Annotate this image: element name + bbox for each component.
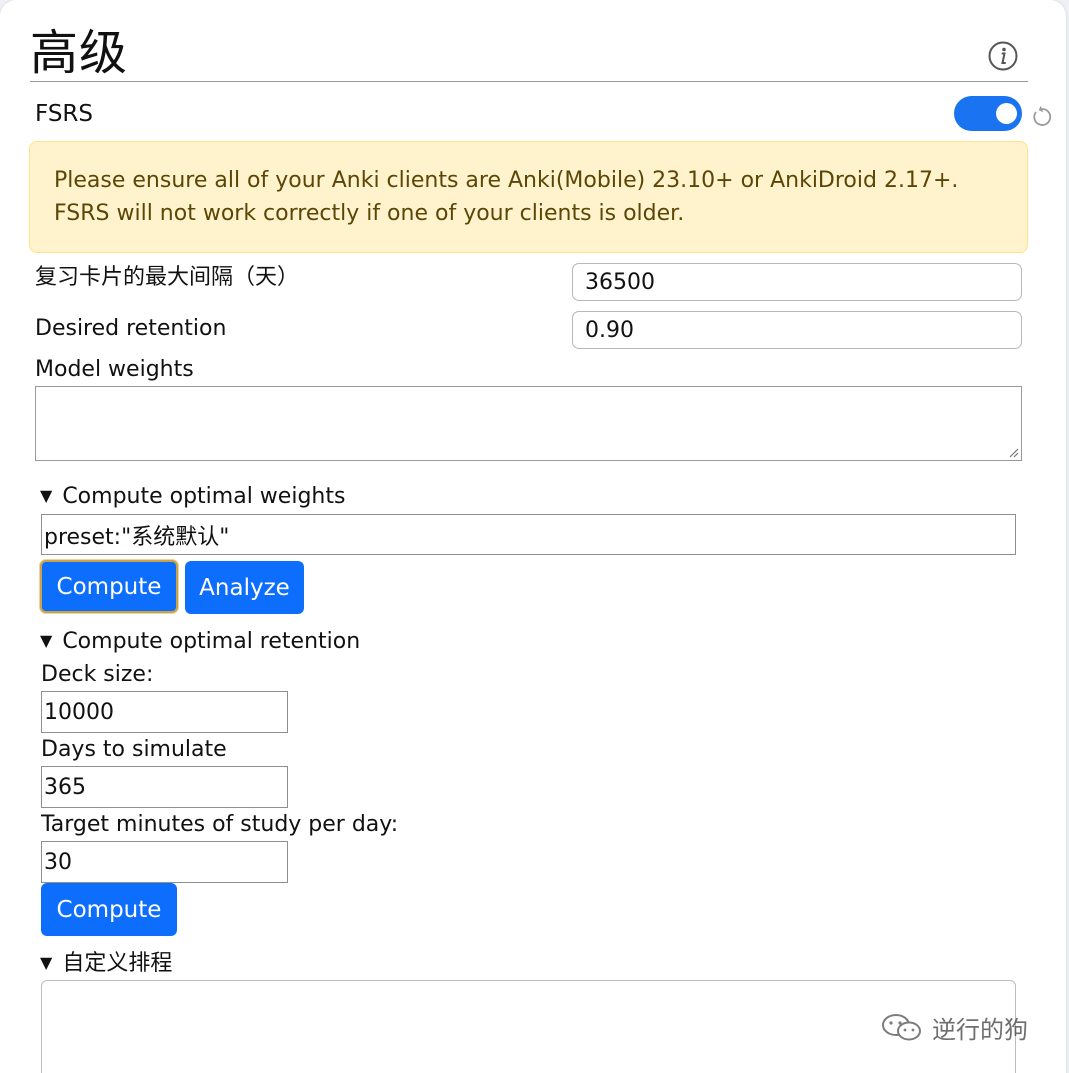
- fsrs-label: FSRS: [35, 101, 94, 127]
- optimal-weights-summary[interactable]: ▼ Compute optimal weights: [40, 483, 345, 512]
- disclosure-triangle-icon: ▼: [40, 953, 53, 972]
- info-icon[interactable]: [988, 41, 1018, 71]
- analyze-button[interactable]: Analyze: [185, 561, 304, 614]
- deck-size-input[interactable]: [41, 691, 288, 733]
- warning-text: Please ensure all of your Anki clients a…: [54, 168, 959, 226]
- optimal-retention-summary-label: Compute optimal retention: [62, 629, 361, 654]
- max-interval-label: 复习卡片的最大间隔（天）: [35, 265, 300, 290]
- target-minutes-input[interactable]: [41, 841, 288, 883]
- disclosure-triangle-icon: ▼: [40, 486, 53, 505]
- desired-retention-label: Desired retention: [35, 316, 227, 341]
- revert-icon[interactable]: [1029, 104, 1055, 130]
- optimal-retention-summary[interactable]: ▼ Compute optimal retention: [40, 628, 360, 657]
- disclosure-triangle-icon: ▼: [40, 631, 53, 650]
- model-weights-label: Model weights: [35, 357, 194, 382]
- weights-search-input[interactable]: [41, 514, 1016, 555]
- custom-scheduling-summary-label: 自定义排程: [62, 951, 173, 976]
- desired-retention-input[interactable]: [572, 311, 1022, 349]
- max-interval-input[interactable]: [572, 263, 1022, 301]
- model-weights-textarea[interactable]: [35, 386, 1022, 461]
- compute-weights-button[interactable]: Compute: [40, 560, 178, 613]
- watermark: 逆行的狗: [880, 1010, 1028, 1044]
- advanced-settings-card: 高级 FSRS Please ensure all of your Anki c…: [0, 0, 1066, 1073]
- resize-grip-icon[interactable]: [1007, 446, 1019, 458]
- fsrs-warning-alert: Please ensure all of your Anki clients a…: [29, 141, 1028, 253]
- watermark-text: 逆行的狗: [932, 1015, 1028, 1044]
- target-minutes-label: Target minutes of study per day:: [41, 812, 399, 837]
- days-to-simulate-input[interactable]: [41, 766, 288, 808]
- optimal-weights-summary-label: Compute optimal weights: [62, 484, 346, 509]
- days-to-simulate-label: Days to simulate: [41, 737, 227, 762]
- compute-retention-button[interactable]: Compute: [41, 883, 177, 936]
- deck-size-label: Deck size:: [41, 662, 154, 687]
- wechat-icon: [882, 1014, 921, 1041]
- custom-scheduling-summary[interactable]: ▼ 自定义排程: [40, 950, 172, 979]
- page-title: 高级: [30, 25, 129, 81]
- section-header: 高级: [30, 25, 1028, 82]
- fsrs-toggle[interactable]: [954, 96, 1022, 131]
- custom-scheduling-editor[interactable]: [41, 980, 1016, 1073]
- toggle-knob: [996, 103, 1017, 124]
